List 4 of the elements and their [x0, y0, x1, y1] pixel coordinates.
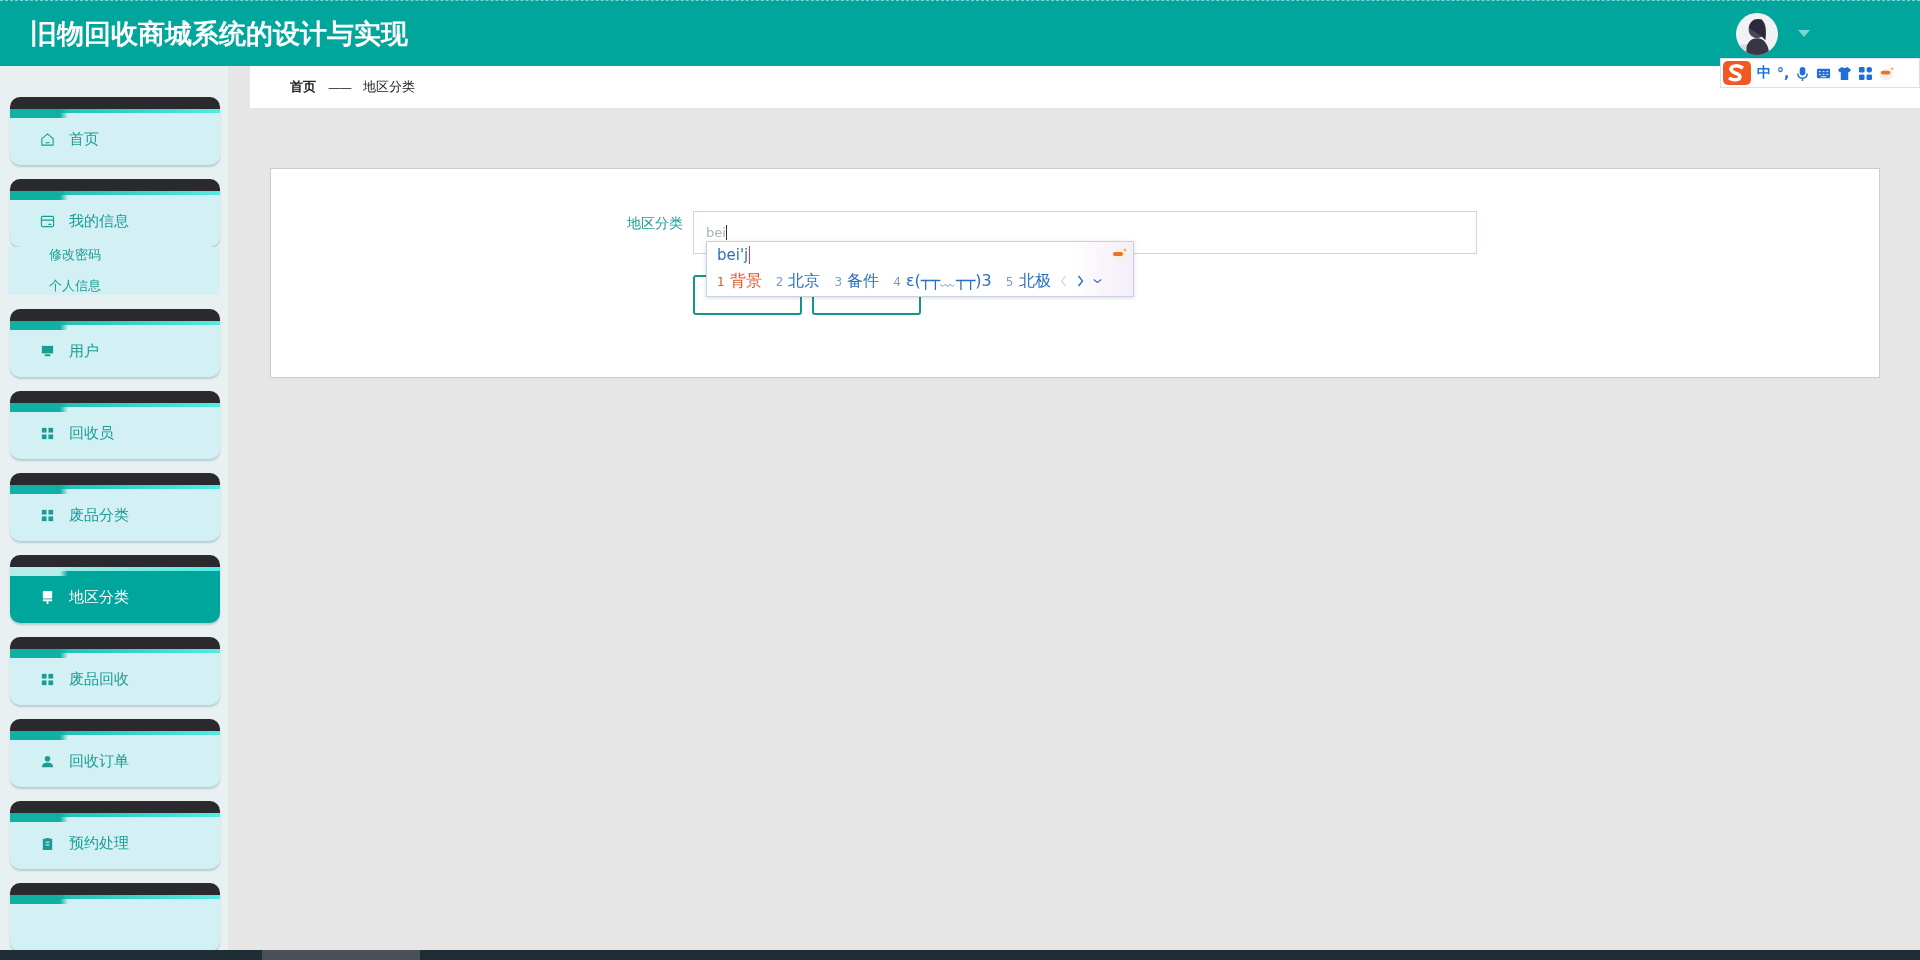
field-label: 地区分类	[626, 214, 683, 233]
app-title: 旧物回收商城系统的设计与实现	[30, 16, 408, 51]
breadcrumb-separator: ——	[328, 79, 351, 95]
ime-composition: bei'j	[717, 246, 751, 264]
